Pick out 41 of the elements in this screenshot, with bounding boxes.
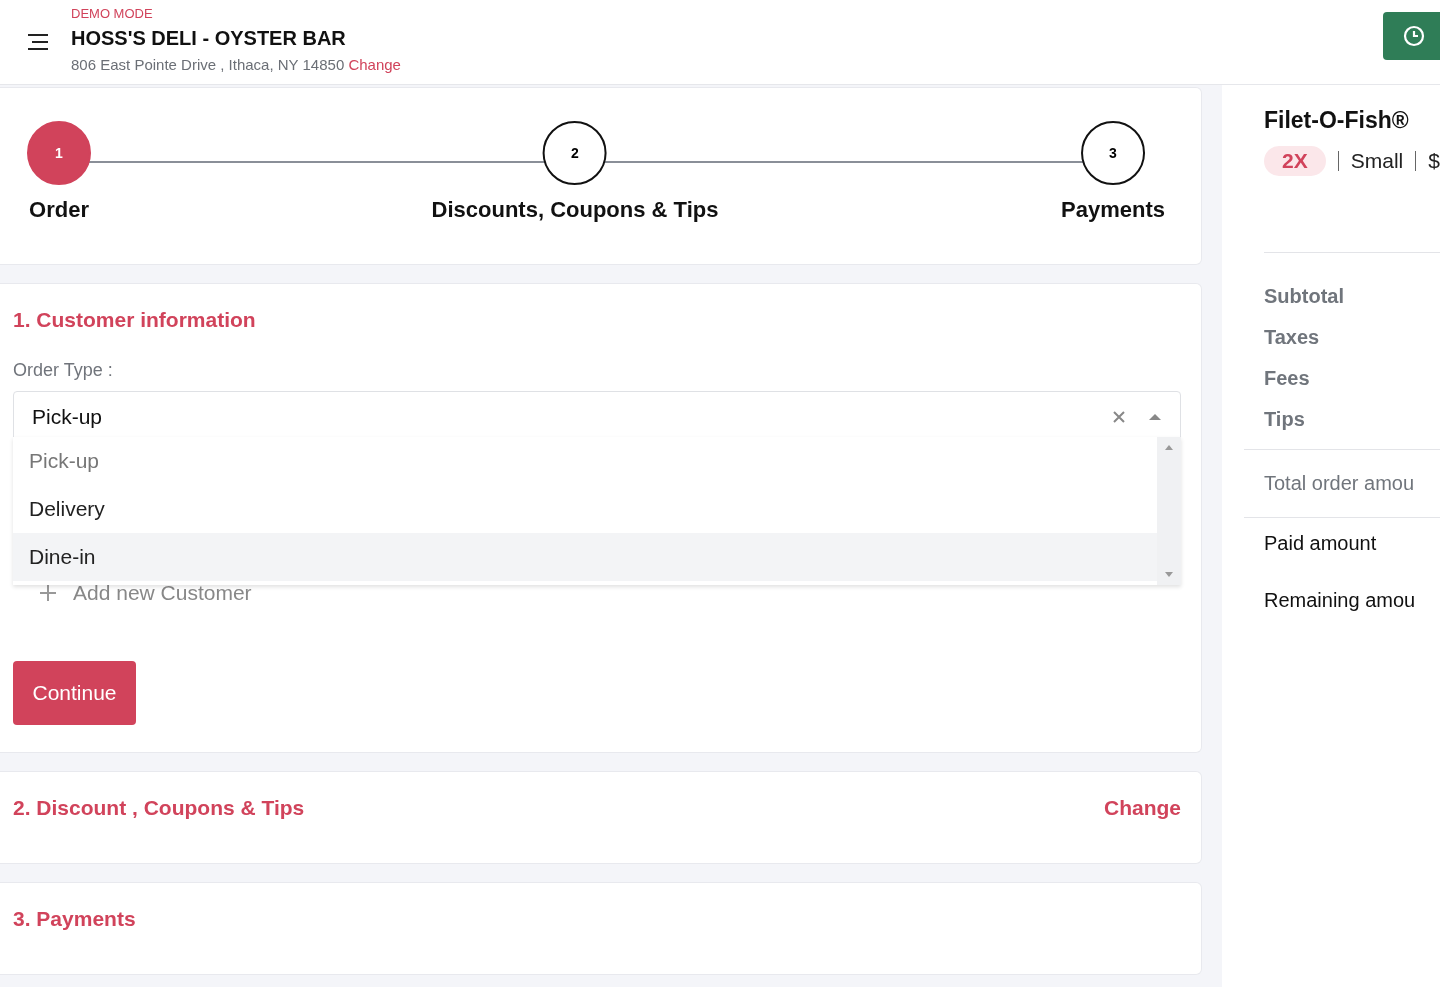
change-link[interactable]: Change: [1104, 796, 1181, 820]
clock-icon: [1403, 25, 1425, 47]
step-circle[interactable]: 2: [543, 121, 607, 185]
caret-icon[interactable]: [1148, 413, 1162, 421]
quantity-badge: 2X: [1264, 146, 1326, 176]
section-title: 2. Discount , Coupons & Tips: [13, 796, 305, 820]
store-name: HOSS'S DELI - OYSTER BAR: [71, 26, 347, 50]
step-label: Discounts, Coupons & Tips: [431, 197, 719, 223]
summary-label: Paid amount: [1263, 532, 1378, 556]
dropdown-option[interactable]: Dine-in: [13, 533, 1157, 581]
continue-button[interactable]: Continue: [13, 661, 136, 725]
dropdown-option[interactable]: Delivery: [13, 485, 1157, 533]
step-circle[interactable]: 1: [27, 121, 91, 185]
summary-label: Subtotal: [1263, 285, 1345, 309]
summary-label: Tips: [1263, 408, 1306, 432]
field-label: Order Type :: [13, 360, 114, 381]
demo-mode-label: DEMO MODE: [71, 5, 154, 21]
item-size: Small: [1350, 149, 1404, 173]
change-link[interactable]: Change: [348, 55, 401, 73]
clock-button[interactable]: [1383, 12, 1440, 60]
summary-label: Fees: [1263, 367, 1311, 391]
section-title: 1. Customer information: [13, 308, 257, 332]
plus-icon: [39, 584, 57, 602]
scroll-down-icon[interactable]: [1165, 572, 1173, 577]
step-label: Payments: [1061, 197, 1165, 223]
summary-label: Taxes: [1263, 326, 1321, 350]
item-price: $: [1428, 149, 1440, 173]
separator-line: [1337, 151, 1339, 171]
separator-line: [1415, 151, 1417, 171]
step-circle[interactable]: 3: [1081, 121, 1145, 185]
add-customer-link[interactable]: Add new Customer: [73, 581, 252, 605]
store-address: 806 East Pointe Drive , Ithaca, NY 14850: [71, 55, 345, 73]
scroll-up-icon[interactable]: [1165, 445, 1173, 450]
clear-icon[interactable]: [1112, 410, 1126, 424]
scrollbar[interactable]: [1157, 437, 1181, 585]
menu-icon[interactable]: [26, 32, 50, 52]
summary-label: Remaining amou: [1263, 589, 1417, 613]
step-label: Order: [29, 197, 89, 223]
summary-label: Total order amou: [1263, 471, 1416, 496]
item-name: Filet-O-Fish®: [1264, 107, 1410, 134]
section-title: 3. Payments: [13, 907, 136, 931]
